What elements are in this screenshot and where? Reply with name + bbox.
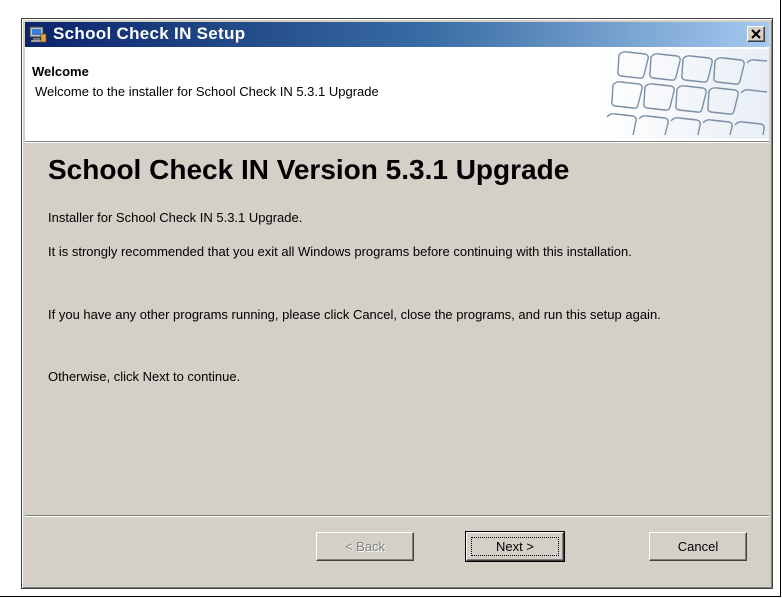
continue-instruction-text: Otherwise, click Next to continue.: [48, 369, 241, 384]
setup-dialog: School Check IN Setup Welcome Welcome to…: [21, 18, 773, 589]
window-title: School Check IN Setup: [53, 24, 246, 43]
close-button[interactable]: [747, 26, 765, 42]
header-subtitle: Welcome to the installer for School Chec…: [35, 84, 379, 99]
page-heading: School Check IN Version 5.3.1 Upgrade: [48, 154, 570, 185]
next-button[interactable]: Next >: [465, 531, 565, 562]
header-divider: [25, 141, 769, 143]
cancel-button[interactable]: Cancel: [649, 532, 747, 561]
cancel-instruction-text: If you have any other programs running, …: [48, 307, 661, 322]
intro-text: Installer for School Check IN 5.3.1 Upgr…: [48, 210, 303, 225]
close-icon: [751, 29, 761, 39]
back-button-label: < Back: [344, 539, 386, 554]
installer-computer-icon: [29, 26, 47, 43]
next-button-label: Next >: [496, 539, 534, 554]
keyboard-keys-graphic: [599, 49, 769, 139]
title-bar[interactable]: School Check IN Setup: [25, 22, 769, 47]
cancel-button-label: Cancel: [677, 539, 719, 554]
footer-divider: [25, 515, 769, 517]
recommendation-text: It is strongly recommended that you exit…: [48, 244, 632, 259]
header-title: Welcome: [32, 64, 89, 79]
back-button[interactable]: < Back: [316, 532, 414, 561]
header-panel: Welcome Welcome to the installer for Sch…: [25, 47, 769, 141]
